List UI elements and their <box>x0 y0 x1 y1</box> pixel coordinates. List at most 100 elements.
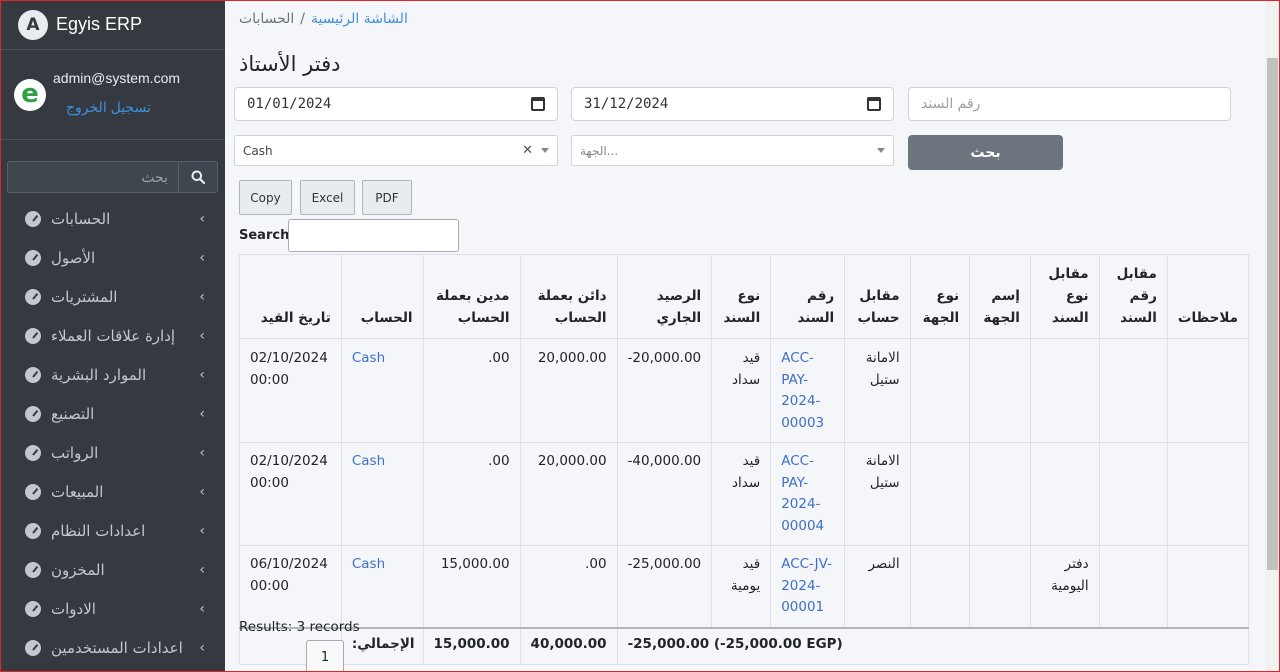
table-search-label: Search: <box>239 228 295 243</box>
clear-icon[interactable]: ✕ <box>522 143 533 158</box>
calendar-icon[interactable] <box>531 97 545 111</box>
cell-voucher-no-link[interactable]: ACC-PAY- 2024- 00004 <box>770 442 846 546</box>
cell-credit: .00 <box>519 545 618 628</box>
pdf-button[interactable]: PDF <box>362 180 412 215</box>
sidebar-item-label: إدارة علاقات العملاء <box>51 326 176 345</box>
sidebar-search <box>7 161 218 193</box>
chevron-left-icon: ‹ <box>199 249 205 266</box>
sidebar-item[interactable]: اعدادات المستخدمين ‹ <box>0 628 225 667</box>
date-from-value: 01/01/2024 <box>247 96 332 112</box>
cell-account-link[interactable]: Cash <box>340 442 424 546</box>
col-counter-voucher-no[interactable]: مقابل رقم السند <box>1098 254 1168 339</box>
table-row: 02/10/2024 00:00 Cash .00 20,000.00 -20,000.0… <box>239 338 1250 443</box>
col-counter-account[interactable]: مقابل حساب <box>844 254 911 339</box>
scrollbar-thumb[interactable] <box>1267 58 1278 570</box>
sidebar-item[interactable]: المخزون ‹ <box>0 550 225 589</box>
brand-logo-icon: A <box>18 9 48 40</box>
page-scrollbar[interactable] <box>1265 0 1280 672</box>
col-credit[interactable]: دائن بعملة الحساب <box>519 254 618 339</box>
sidebar-item-label: الحسابات <box>51 209 111 228</box>
col-counter-voucher-type[interactable]: مقابل نوع السند <box>1029 254 1100 339</box>
gauge-icon <box>25 327 41 344</box>
sidebar-item-label: الرواتب <box>51 443 99 462</box>
account-select[interactable]: Cash ✕ <box>234 135 558 166</box>
cell-voucher-no-link[interactable]: ACC-PAY- 2024- 00003 <box>770 338 846 443</box>
sidebar-item-label: الأصول <box>51 248 96 267</box>
chevron-left-icon: ‹ <box>199 366 205 383</box>
user-panel: e admin@system.com تسجيل الخروج <box>0 50 225 140</box>
chevron-left-icon: ‹ <box>199 405 205 422</box>
cell-voucher-type: قيد يومية <box>711 545 772 628</box>
sidebar-item[interactable]: المشتريات ‹ <box>0 277 225 316</box>
sidebar-item[interactable]: الرواتب ‹ <box>0 433 225 472</box>
date-to-field[interactable]: 31/12/2024 <box>571 87 894 121</box>
chevron-left-icon: ‹ <box>199 600 205 617</box>
gauge-icon <box>25 483 41 500</box>
sidebar-item[interactable]: إدارة علاقات العملاء ‹ <box>0 316 225 355</box>
cell-date: 06/10/2024 00:00 <box>239 545 342 628</box>
copy-button[interactable]: Copy <box>239 180 292 215</box>
sidebar-item-label: المخزون <box>51 560 105 579</box>
sidebar-item[interactable]: الادوات ‹ <box>0 589 225 628</box>
pagination-page-1[interactable]: 1 <box>306 640 344 672</box>
gauge-icon <box>25 639 41 656</box>
chevron-down-icon <box>541 148 549 153</box>
date-from-field[interactable]: 01/01/2024 <box>234 87 558 121</box>
col-voucher-type[interactable]: نوع السند <box>711 254 772 339</box>
sidebar-nav: الحسابات ‹ الأصول ‹ المشتريات ‹ إدارة علاقات ا… <box>0 199 225 667</box>
excel-button[interactable]: Excel <box>300 180 355 215</box>
logout-link[interactable]: تسجيل الخروج <box>66 99 151 116</box>
search-icon <box>191 170 205 184</box>
col-debit[interactable]: مدين بعملة الحساب <box>422 254 521 339</box>
cell-notes <box>1166 442 1250 546</box>
cell-entity-name <box>969 545 1031 628</box>
cell-entity-type <box>909 442 971 546</box>
sidebar-search-button[interactable] <box>178 161 218 193</box>
sidebar-item[interactable]: التصنيع ‹ <box>0 394 225 433</box>
main-content: الشاشة الرئيسية / الحسابات دفتر الأستاذ 01… <box>225 0 1265 672</box>
chevron-left-icon: ‹ <box>199 522 205 539</box>
gauge-icon <box>25 288 41 305</box>
sidebar-item-label: التصنيع <box>51 404 95 423</box>
sidebar-item[interactable]: الأصول ‹ <box>0 238 225 277</box>
breadcrumb: الشاشة الرئيسية / الحسابات <box>239 11 408 27</box>
gauge-icon <box>25 366 41 383</box>
date-to-value: 31/12/2024 <box>584 96 669 112</box>
sidebar-item[interactable]: الحسابات ‹ <box>0 199 225 238</box>
gauge-icon <box>25 210 41 227</box>
sidebar-item[interactable]: الموارد البشرية ‹ <box>0 355 225 394</box>
cell-voucher-no-link[interactable]: ACC-JV- 2024- 00001 <box>770 545 846 628</box>
col-balance[interactable]: الرصيد الجاري <box>616 254 713 339</box>
sidebar-item[interactable]: المبيعات ‹ <box>0 472 225 511</box>
col-entity-name[interactable]: إسم الجهة <box>969 254 1031 339</box>
cell-account-link[interactable]: Cash <box>340 338 424 443</box>
search-button[interactable]: بحث <box>908 135 1063 170</box>
gauge-icon <box>25 600 41 617</box>
cell-counter-account: الامانة ستيل <box>844 442 911 546</box>
gauge-icon <box>25 522 41 539</box>
brand[interactable]: A Egyis ERP <box>0 0 225 50</box>
gauge-icon <box>25 444 41 461</box>
cell-debit: .00 <box>422 442 521 546</box>
entity-select[interactable]: الجهة... <box>571 135 894 166</box>
sidebar-search-input[interactable] <box>7 161 178 193</box>
col-notes[interactable]: ملاحظات <box>1166 254 1250 339</box>
chevron-left-icon: ‹ <box>199 639 205 656</box>
chevron-left-icon: ‹ <box>199 483 205 500</box>
breadcrumb-home-link[interactable]: الشاشة الرئيسية <box>311 11 408 27</box>
ledger-table: تاريخ القيد الحساب مدين بعملة الحساب دائ… <box>239 254 1250 665</box>
sidebar-item[interactable]: اعدادات النظام ‹ <box>0 511 225 550</box>
calendar-icon[interactable] <box>867 97 881 111</box>
col-voucher-no[interactable]: رقم السند <box>770 254 846 339</box>
voucher-number-field[interactable]: رقم السند <box>908 87 1231 121</box>
col-account[interactable]: الحساب <box>340 254 424 339</box>
avatar: e <box>14 79 46 111</box>
cell-date: 02/10/2024 00:00 <box>239 442 342 546</box>
table-search-input[interactable] <box>288 219 459 252</box>
cell-account-link[interactable]: Cash <box>340 545 424 628</box>
col-entity-type[interactable]: نوع الجهة <box>909 254 971 339</box>
col-date[interactable]: تاريخ القيد <box>239 254 342 339</box>
sidebar-item-label: المبيعات <box>51 482 104 501</box>
cell-counter-voucher-no <box>1098 338 1168 443</box>
cell-date: 02/10/2024 00:00 <box>239 338 342 443</box>
